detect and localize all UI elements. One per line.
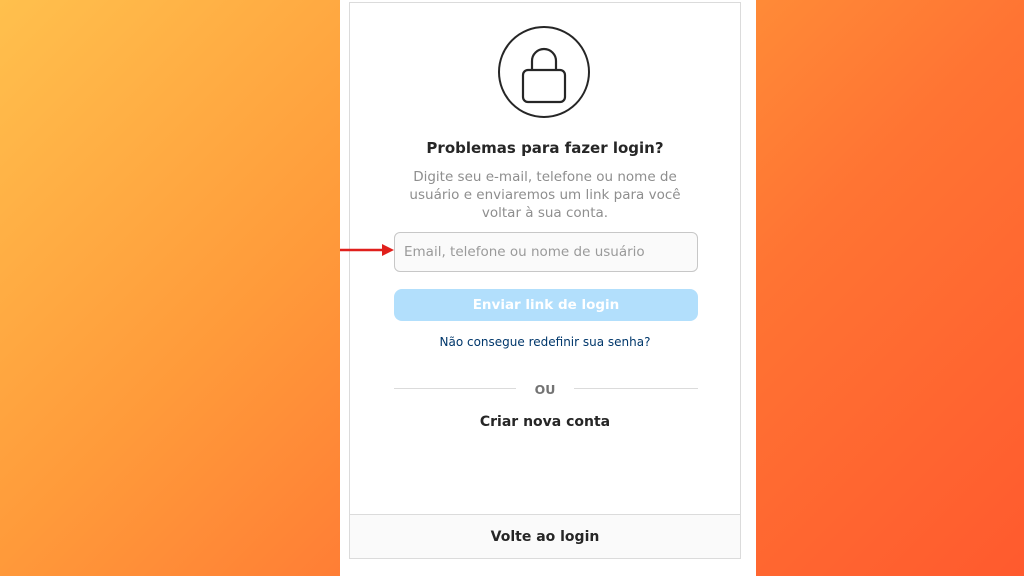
lock-icon bbox=[498, 26, 590, 118]
annotation-arrow-icon bbox=[340, 244, 394, 256]
divider-line-left bbox=[394, 388, 516, 389]
instructions-text: Digite seu e-mail, telefone ou nome de u… bbox=[409, 169, 681, 221]
page-title: Problemas para fazer login? bbox=[426, 139, 664, 157]
back-to-login-link[interactable]: Volte ao login bbox=[491, 529, 600, 545]
divider-or-text: OU bbox=[534, 382, 556, 397]
cant-reset-password-link[interactable]: Não consegue redefinir sua senha? bbox=[350, 335, 740, 349]
send-login-link-button[interactable]: Enviar link de login bbox=[394, 289, 698, 321]
identifier-input[interactable] bbox=[394, 232, 698, 272]
back-to-login-bar[interactable]: Volte ao login bbox=[350, 514, 740, 558]
create-account-link[interactable]: Criar nova conta bbox=[350, 414, 740, 430]
password-reset-card: Problemas para fazer login? Digite seu e… bbox=[349, 2, 741, 559]
divider-line-right bbox=[574, 388, 698, 389]
